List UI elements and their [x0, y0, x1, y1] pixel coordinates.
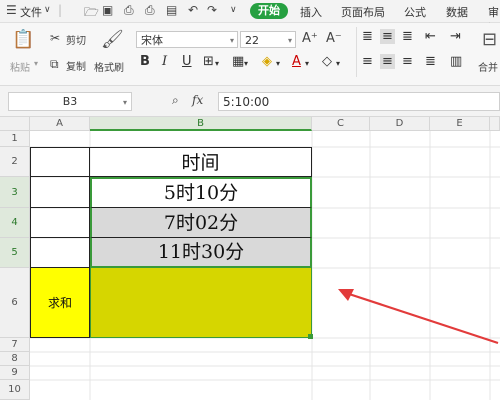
cut-icon[interactable]: ✂ — [50, 31, 60, 45]
fill-color-icon[interactable]: ◈ — [262, 54, 272, 69]
paste-icon[interactable]: 📋 — [12, 29, 34, 50]
column-header-d[interactable]: D — [370, 117, 430, 131]
row-header-10[interactable]: 10 — [0, 380, 30, 400]
cell-b2[interactable]: 时间 — [90, 147, 312, 177]
undo-icon[interactable]: ↶ — [188, 3, 198, 17]
copy-button[interactable]: 复制 — [66, 58, 86, 73]
clear-format-icon[interactable]: ◇ — [322, 54, 332, 69]
paste-dropdown-icon[interactable]: ▾ — [34, 59, 38, 68]
redo-icon[interactable]: ↷ — [207, 3, 217, 17]
zoom-search-icon[interactable]: ⌕ — [172, 93, 179, 108]
tab-insert[interactable]: 插入 — [300, 4, 322, 20]
row-header-8[interactable]: 8 — [0, 352, 30, 366]
font-size-dropdown-icon: ▾ — [287, 36, 292, 45]
row-header-5[interactable]: 5 — [0, 238, 30, 268]
menu-bar: ☰ 文件 ∨ | 🗁 ▣ ⎙ ⎙ ▤ ↶ ↷ ∨ 开始 插入 页面布局 公式 数… — [0, 0, 500, 35]
hamburger-menu-icon[interactable]: ☰ — [6, 3, 17, 17]
cell-a5[interactable] — [30, 238, 90, 268]
indent-increase-icon[interactable]: ⇥ — [450, 29, 461, 44]
font-name-dropdown-icon: ▾ — [229, 36, 234, 45]
format-painter-button[interactable]: 格式刷 — [94, 59, 124, 74]
clear-format-dropdown-icon[interactable]: ▾ — [336, 59, 340, 68]
cell-b5[interactable]: 11时30分 — [90, 238, 312, 268]
merge-center-button[interactable]: 合并 — [478, 59, 498, 74]
border-icon[interactable]: ⊞ — [203, 54, 214, 69]
increase-font-icon[interactable]: A⁺ — [302, 31, 318, 46]
menu-divider: | — [58, 3, 63, 17]
cell-b6[interactable] — [90, 268, 312, 338]
spreadsheet-grid: A B C D E 1 2 3 4 5 6 7 8 9 10 求和 时间 5时1… — [0, 117, 500, 400]
column-header-f-partial[interactable] — [490, 117, 500, 131]
row-header-6[interactable]: 6 — [0, 268, 30, 338]
cell-style-dropdown-icon[interactable]: ▾ — [244, 59, 248, 68]
select-all-corner[interactable] — [0, 117, 30, 131]
save-icon[interactable]: ▣ — [102, 3, 113, 17]
cell-a4[interactable] — [30, 208, 90, 238]
quick-access-more-icon[interactable]: ∨ — [230, 5, 237, 15]
align-bottom-icon[interactable]: ≣ — [402, 29, 413, 44]
row-header-7[interactable]: 7 — [0, 338, 30, 352]
tab-start[interactable]: 开始 — [250, 3, 288, 19]
column-header-b[interactable]: B — [90, 117, 312, 131]
ribbon-toolbar: 📋 粘贴 ▾ ✂ 剪切 ⧉ 复制 🖌 格式刷 宋体 ▾ 22 ▾ A⁺ A⁻ B… — [0, 23, 500, 86]
paste-button[interactable]: 粘贴 — [10, 59, 30, 74]
name-box-dropdown-icon: ▾ — [122, 98, 127, 107]
justify-icon[interactable]: ≣ — [425, 54, 436, 69]
fx-icon[interactable]: fx — [192, 93, 203, 107]
row-header-2[interactable]: 2 — [0, 147, 30, 177]
formula-input[interactable]: 5:10:00 — [218, 92, 500, 111]
cell-reference: B3 — [62, 95, 78, 108]
row-header-4[interactable]: 4 — [0, 208, 30, 238]
align-right-icon[interactable]: ≡ — [402, 54, 413, 69]
ribbon-divider — [356, 27, 357, 77]
copy-icon[interactable]: ⧉ — [50, 57, 59, 72]
border-dropdown-icon[interactable]: ▾ — [215, 59, 219, 68]
print-preview-icon[interactable]: ▤ — [166, 3, 177, 17]
cut-button[interactable]: 剪切 — [66, 32, 86, 47]
align-middle-icon[interactable]: ≡ — [380, 29, 395, 44]
row-header-3[interactable]: 3 — [0, 177, 30, 208]
font-name-value: 宋体 — [141, 34, 163, 47]
file-dropdown-icon[interactable]: ∨ — [44, 5, 51, 15]
print-icon[interactable]: ⎙ — [145, 3, 155, 18]
distributed-align-icon[interactable]: ▥ — [450, 54, 462, 69]
decrease-font-icon[interactable]: A⁻ — [326, 31, 342, 46]
indent-decrease-icon[interactable]: ⇤ — [425, 29, 436, 44]
italic-icon[interactable]: I — [162, 54, 167, 69]
format-painter-icon[interactable]: 🖌 — [101, 29, 124, 50]
tab-formula[interactable]: 公式 — [404, 4, 426, 20]
row-header-1[interactable]: 1 — [0, 131, 30, 147]
column-header-c[interactable]: C — [312, 117, 370, 131]
menu-file[interactable]: 文件 — [20, 4, 42, 20]
align-center-icon[interactable]: ≡ — [380, 54, 395, 69]
row-header-9[interactable]: 9 — [0, 366, 30, 380]
cell-a6[interactable]: 求和 — [30, 268, 90, 338]
annotation-arrow-icon — [338, 289, 499, 345]
open-folder-icon[interactable]: 🗁 — [84, 3, 99, 24]
font-color-dropdown-icon[interactable]: ▾ — [305, 59, 309, 68]
export-icon[interactable]: ⎙ — [124, 3, 134, 18]
font-size-value: 22 — [245, 34, 259, 47]
formula-bar: B3 ▾ ⌕ fx 5:10:00 — [0, 86, 500, 117]
underline-icon[interactable]: U — [182, 54, 192, 69]
column-header-a[interactable]: A — [30, 117, 90, 131]
column-header-e[interactable]: E — [430, 117, 490, 131]
font-color-icon[interactable]: A — [292, 54, 301, 69]
font-name-select[interactable]: 宋体 ▾ — [136, 31, 238, 48]
merge-center-icon[interactable]: ⊟ — [482, 29, 497, 50]
fill-handle[interactable] — [308, 334, 313, 339]
cell-b4[interactable]: 7时02分 — [90, 208, 312, 238]
name-box[interactable]: B3 ▾ — [8, 92, 132, 111]
tab-data[interactable]: 数据 — [446, 4, 468, 20]
cell-a2[interactable] — [30, 147, 90, 177]
fill-color-dropdown-icon[interactable]: ▾ — [276, 59, 280, 68]
cell-a3[interactable] — [30, 177, 90, 208]
cell-b3[interactable]: 5时10分 — [90, 177, 312, 208]
cell-style-icon[interactable]: ▦ — [232, 54, 244, 69]
bold-icon[interactable]: B — [140, 54, 150, 69]
align-top-icon[interactable]: ≣ — [362, 29, 373, 44]
tab-page-layout[interactable]: 页面布局 — [341, 4, 385, 20]
font-size-select[interactable]: 22 ▾ — [240, 31, 296, 48]
align-left-icon[interactable]: ≡ — [362, 54, 373, 69]
